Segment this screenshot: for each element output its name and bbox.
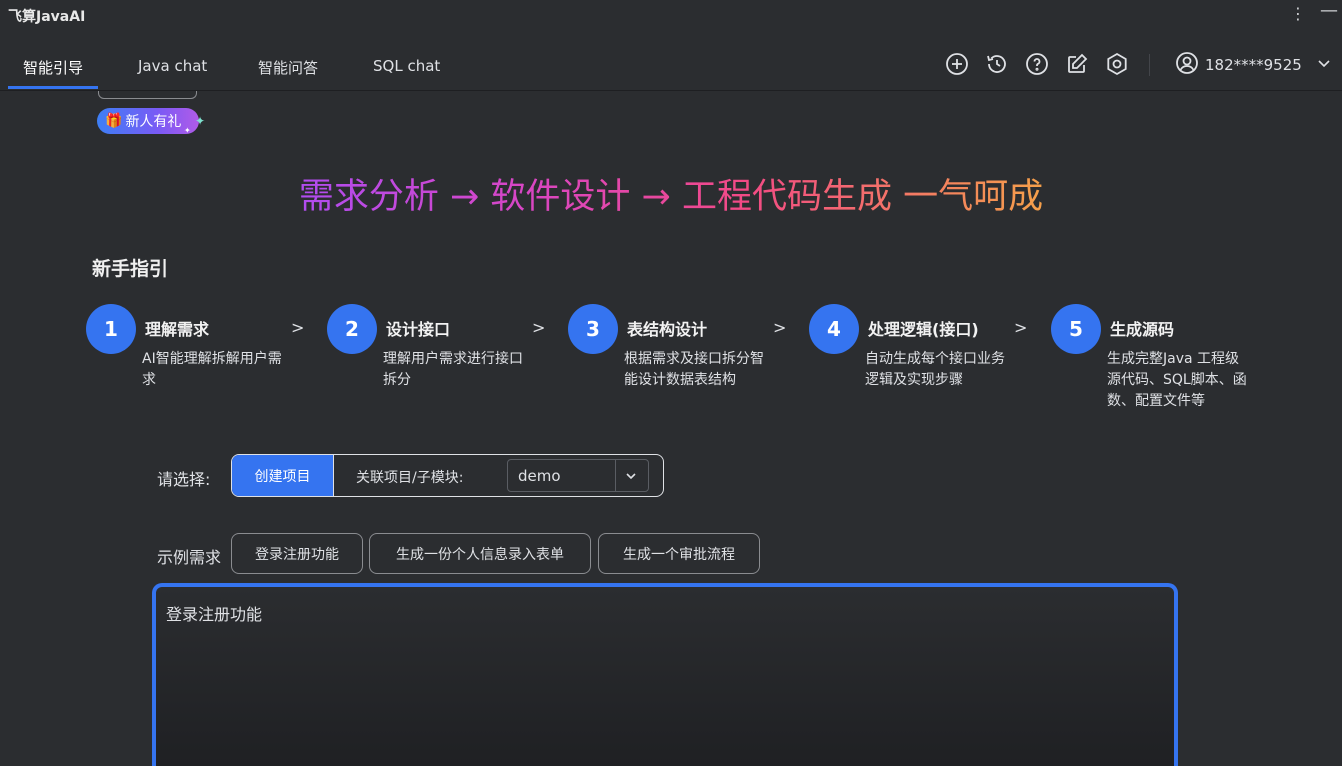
step-number: 4 [809, 304, 859, 354]
user-icon [1175, 51, 1199, 79]
minimize-icon[interactable]: — [1320, 0, 1338, 21]
step-arrow: > [1014, 318, 1028, 337]
step-description: 生成完整Java 工程级源代码、SQL脚本、函数、配置文件等 [1107, 351, 1247, 409]
active-tab-indicator [8, 86, 98, 89]
kebab-menu-icon[interactable]: ⋮ [1290, 4, 1306, 23]
user-name: 182****9525 [1205, 56, 1302, 74]
step-title: 处理逻辑(接口) [868, 320, 979, 339]
tab-sql-chat[interactable]: SQL chat [373, 57, 440, 91]
tab-java-chat[interactable]: Java chat [138, 57, 207, 91]
dropdown-value: demo [518, 467, 561, 485]
associate-project-label[interactable]: 关联项目/子模块: [356, 467, 463, 487]
step-number: 2 [327, 304, 377, 354]
tab-smart-qa[interactable]: 智能问答 [258, 57, 318, 91]
step-description: AI智能理解拆解用户需求 [142, 351, 282, 388]
app-title: 飞算JavaAI [8, 9, 86, 25]
title-bar: 飞算JavaAI ⋮ — [0, 0, 1342, 30]
step-number: 1 [86, 304, 136, 354]
example-chip-form[interactable]: 生成一份个人信息录入表单 [369, 533, 591, 574]
step-arrow: > [532, 318, 546, 337]
step-description: 理解用户需求进行接口拆分 [383, 351, 523, 388]
user-menu[interactable]: 182****9525 [1175, 52, 1332, 78]
module-dropdown[interactable]: demo [507, 459, 649, 492]
gift-badge-label: 新人有礼 [125, 114, 182, 130]
toolbar-separator [1149, 54, 1150, 76]
project-select-group: 创建项目 关联项目/子模块: demo [231, 454, 664, 497]
step-description: 根据需求及接口拆分智能设计数据表结构 [624, 351, 764, 388]
headline: 需求分析 → 软件设计 → 工程代码生成 一气呵成 [298, 177, 1044, 217]
requirement-textarea[interactable]: 登录注册功能 [152, 583, 1178, 766]
step-description: 自动生成每个接口业务逻辑及实现步骤 [865, 351, 1005, 388]
step-arrow: > [773, 318, 787, 337]
chevron-down-icon[interactable] [624, 468, 638, 487]
gift-icon: 🎁 [105, 113, 123, 129]
history-icon[interactable] [985, 52, 1009, 76]
step-title: 表结构设计 [627, 320, 708, 339]
step-title: 理解需求 [145, 320, 210, 339]
step-number: 3 [568, 304, 618, 354]
guide-title: 新手指引 [92, 258, 169, 280]
select-label: 请选择: [157, 470, 211, 489]
example-chip-approval[interactable]: 生成一个审批流程 [598, 533, 760, 574]
step-arrow: > [291, 318, 305, 337]
settings-icon[interactable] [1105, 52, 1129, 76]
step-title: 生成源码 [1110, 320, 1175, 339]
chevron-down-icon[interactable] [1316, 55, 1332, 75]
example-chip-login[interactable]: 登录注册功能 [231, 533, 363, 574]
step-title: 设计接口 [386, 320, 451, 339]
sparkle-icon: ✦ [184, 126, 191, 135]
partial-banner [98, 91, 197, 99]
help-icon[interactable] [1025, 52, 1049, 76]
sparkle-icon: ✦ [195, 114, 206, 128]
dropdown-separator [615, 460, 616, 491]
plus-circle-icon[interactable] [945, 52, 969, 76]
step-number: 5 [1051, 304, 1101, 354]
examples-label: 示例需求 [157, 548, 222, 567]
edit-icon[interactable] [1065, 52, 1089, 76]
create-project-button[interactable]: 创建项目 [232, 455, 334, 496]
